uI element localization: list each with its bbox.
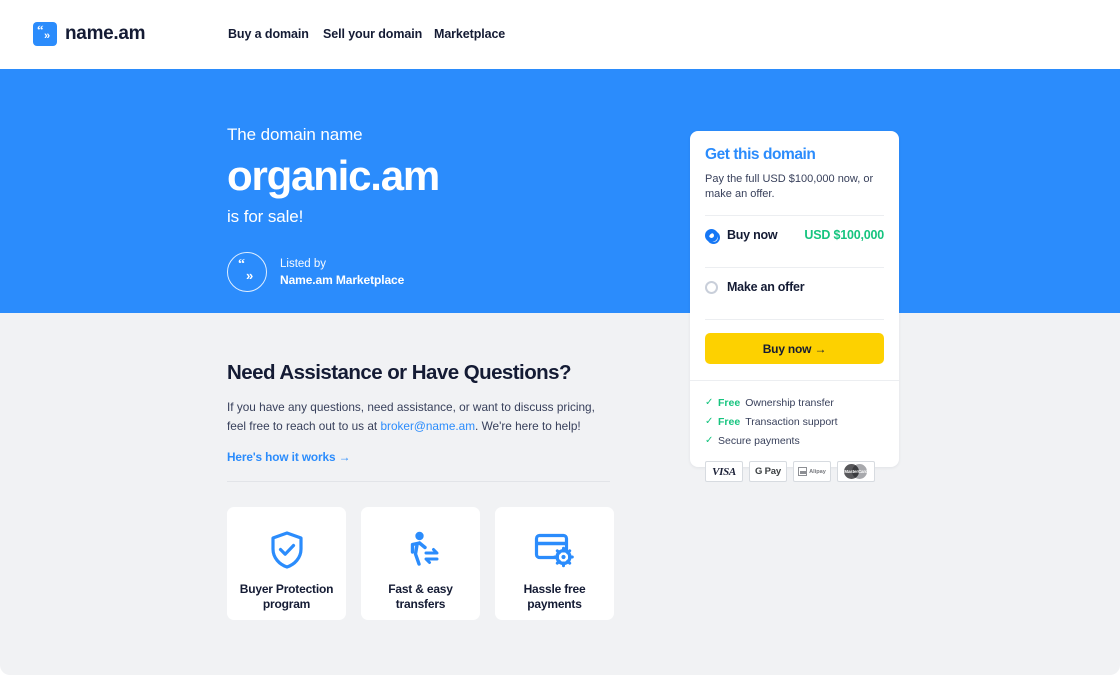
hero-domain-name: organic.am <box>227 152 440 199</box>
hero-kicker: The domain name <box>227 125 363 144</box>
perk-free-tag: Free <box>718 415 741 428</box>
nav-item-marketplace[interactable]: Marketplace <box>434 27 505 41</box>
visa-logo-text: VISA <box>712 465 736 478</box>
feature-card-list: Buyer Protection program Fast & easy tra… <box>227 507 614 620</box>
card-gear-icon <box>534 528 576 572</box>
hero-banner: The domain name organic.am is for sale! … <box>0 69 1120 313</box>
mastercard-logo-text: MasterCard <box>844 469 868 474</box>
feature-label: Buyer Protection program <box>239 582 334 611</box>
check-icon: ✓ <box>705 416 714 427</box>
radio-make-an-offer[interactable] <box>705 280 718 294</box>
marketplace-badge-icon: “ » <box>227 252 267 292</box>
visa-logo: VISA <box>705 461 743 482</box>
buy-card-footer: ✓ Free Ownership transfer ✓ Free Transac… <box>690 380 899 482</box>
assistance-text-after: . We're here to help! <box>475 419 581 433</box>
option-make-an-offer[interactable]: Make an offer <box>705 268 884 306</box>
payment-methods: VISA G Pay Alipay MasterCard <box>705 461 884 482</box>
buy-card-divider-3 <box>705 319 884 320</box>
perk-text: Ownership transfer <box>745 396 834 409</box>
nav-item-buy-a-domain[interactable]: Buy a domain <box>228 27 323 41</box>
brand-name-text: name.am <box>65 23 146 44</box>
shield-check-icon <box>270 528 304 572</box>
badge-chevron-glyph: » <box>246 268 254 283</box>
mastercard-logo: MasterCard <box>837 461 875 482</box>
perk-text: Transaction support <box>745 415 838 428</box>
listed-by-label: Listed by <box>280 257 327 270</box>
get-this-domain-card: Get this domain Pay the full USD $100,00… <box>690 131 899 482</box>
page-root: “ » name.am Buy a domain Sell your domai… <box>0 0 1120 700</box>
perk-secure-payments: ✓ Secure payments <box>705 431 884 450</box>
feature-card-buyer-protection[interactable]: Buyer Protection program <box>227 507 346 620</box>
check-icon: ✓ <box>705 435 714 446</box>
option-price: USD $100,000 <box>804 228 884 242</box>
nav-item-sell-your-domain[interactable]: Sell your domain <box>323 27 434 41</box>
buy-card-description: Pay the full USD $100,000 now, or make a… <box>705 173 874 200</box>
feature-card-fast-transfers[interactable]: Fast & easy transfers <box>361 507 480 620</box>
perk-transaction-support: ✓ Free Transaction support <box>705 412 884 431</box>
nameam-logo-icon: “ » <box>33 22 57 46</box>
buy-card-head: Get this domain Pay the full USD $100,00… <box>690 131 899 364</box>
listed-by-block: “ » Listed by Name.am Marketplace <box>227 252 657 292</box>
section-divider <box>227 481 610 482</box>
how-it-works-link[interactable]: Here's how it works → <box>227 450 350 464</box>
logo-chevron-glyph: » <box>44 30 51 42</box>
content-section: Need Assistance or Have Questions? If yo… <box>0 313 1120 675</box>
feature-card-hassle-free-payments[interactable]: Hassle free payments <box>495 507 614 620</box>
perk-text: Secure payments <box>718 434 800 447</box>
assistance-paragraph: If you have any questions, need assistan… <box>227 398 617 436</box>
alipay-logo: Alipay <box>793 461 831 482</box>
site-header: “ » name.am Buy a domain Sell your domai… <box>0 0 1120 69</box>
radio-buy-now[interactable] <box>705 228 720 244</box>
feature-label: Hassle free payments <box>523 582 586 611</box>
person-transfer-icon <box>401 528 441 572</box>
check-icon: ✓ <box>705 397 714 408</box>
mastercard-logo-mark: MasterCard <box>841 464 871 479</box>
hero-subtitle: is for sale! <box>227 207 304 226</box>
perk-free-tag: Free <box>718 396 741 409</box>
alipay-logo-text: Alipay <box>809 468 826 475</box>
option-label: Make an offer <box>727 280 805 294</box>
assistance-heading: Need Assistance or Have Questions? <box>227 361 572 384</box>
badge-quote-glyph: “ <box>238 257 245 272</box>
buy-card-title: Get this domain <box>705 146 816 163</box>
option-buy-now[interactable]: Buy now USD $100,000 <box>705 216 884 254</box>
brand-logo-link[interactable]: “ » name.am <box>33 22 146 46</box>
option-label: Buy now <box>727 228 778 242</box>
google-pay-logo: G Pay <box>749 461 787 482</box>
google-pay-logo-text: G Pay <box>755 466 781 477</box>
alipay-glyph <box>798 467 808 476</box>
hero-content: The domain name organic.am is for sale! … <box>227 124 657 292</box>
logo-quote-glyph: “ <box>37 22 44 37</box>
alipay-logo-mark: Alipay <box>798 467 826 476</box>
perk-ownership-transfer: ✓ Free Ownership transfer <box>705 393 884 412</box>
broker-email-link[interactable]: broker@name.am <box>380 419 475 433</box>
primary-nav: Buy a domain Sell your domain Marketplac… <box>228 27 505 41</box>
listed-by-text: Listed by Name.am Marketplace <box>280 257 404 288</box>
listed-by-value: Name.am Marketplace <box>280 272 405 287</box>
feature-label: Fast & easy transfers <box>388 582 453 611</box>
assistance-block: Need Assistance or Have Questions? If yo… <box>227 360 617 466</box>
buy-now-button[interactable]: Buy now → <box>705 333 884 364</box>
